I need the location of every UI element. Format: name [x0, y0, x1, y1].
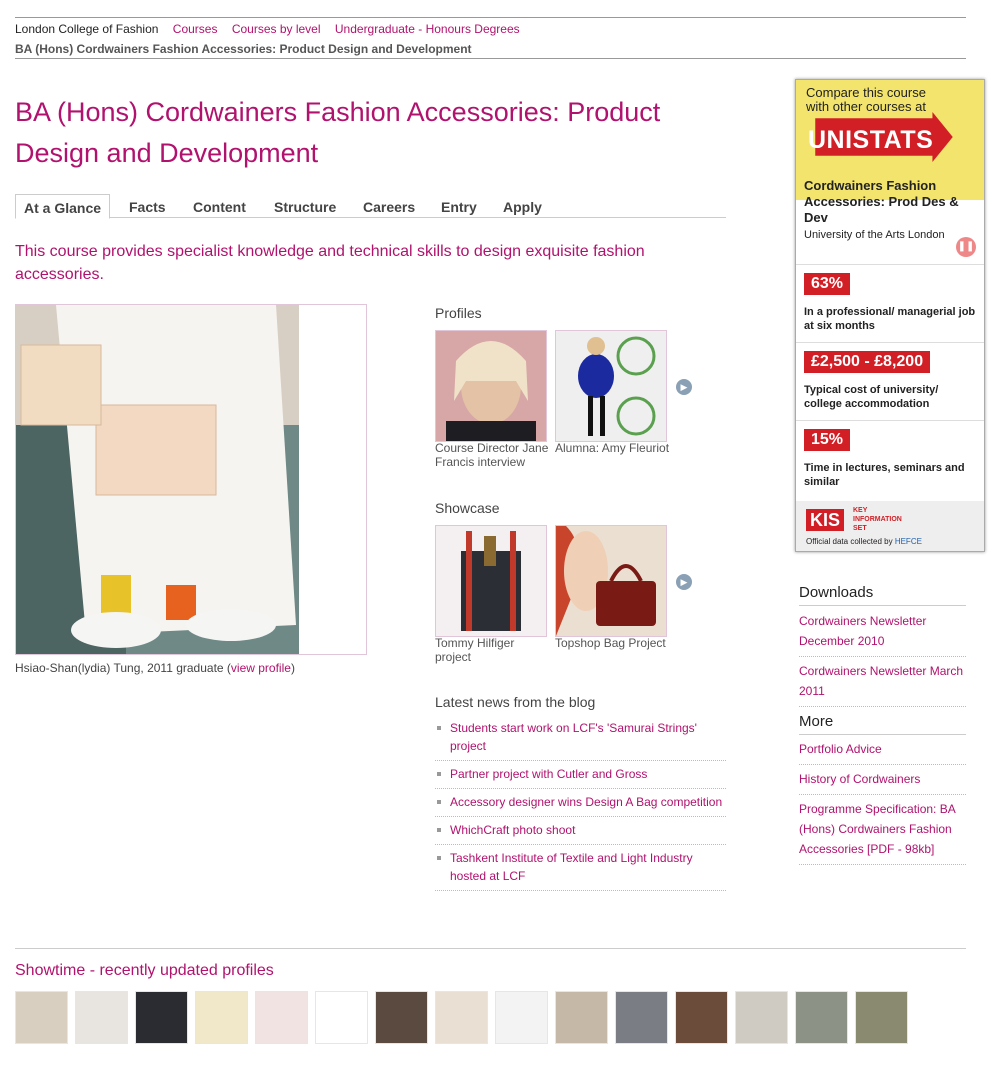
unistats-banner-text: UNISTATS [808, 126, 934, 154]
blog-list: Students start work on LCF's 'Samurai St… [435, 715, 726, 891]
main-photo [15, 304, 367, 655]
blog-item[interactable]: Partner project with Cutler and Gross [435, 761, 726, 789]
blog-item[interactable]: WhichCraft photo shoot [435, 817, 726, 845]
blog-item[interactable]: Students start work on LCF's 'Samurai St… [435, 715, 726, 761]
profile-thumb-jane-francis[interactable] [435, 330, 547, 442]
profile-thumb-amy-fleuriot[interactable] [555, 330, 667, 442]
kis-official-org[interactable]: HEFCE [895, 537, 922, 546]
download-link[interactable]: Cordwainers Newsletter December 2010 [799, 614, 926, 648]
blog-link[interactable]: Students start work on LCF's 'Samurai St… [450, 721, 697, 753]
blog-item[interactable]: Accessory designer wins Design A Bag com… [435, 789, 726, 817]
more-heading: More [799, 713, 966, 735]
tab-structure[interactable]: Structure [274, 194, 336, 216]
stat-accommodation-cost: £2,500 - £8,200 Typical cost of universi… [796, 342, 984, 421]
kis-footer: KIS KEY INFORMATION SET Official data co… [796, 501, 984, 551]
unistats-university: University of the Arts London [804, 229, 945, 241]
stat-value: 15% [804, 429, 851, 451]
showtime-thumb[interactable] [675, 991, 728, 1044]
showtime-thumb[interactable] [15, 991, 68, 1044]
showtime-thumb[interactable] [735, 991, 788, 1044]
unistats-course-name: Cordwainers Fashion Accessories: Prod De… [804, 178, 959, 225]
downloads-list: Cordwainers Newsletter December 2010 Cor… [799, 607, 966, 707]
showcase-thumb-topshop[interactable] [555, 525, 667, 637]
stat-label: In a professional/ managerial job at six… [804, 306, 976, 332]
photo-caption-end: ) [290, 661, 295, 675]
more-link[interactable]: Programme Specification: BA (Hons) Cordw… [799, 802, 955, 856]
page-title: BA (Hons) Cordwainers Fashion Accessorie… [15, 97, 661, 168]
download-item[interactable]: Cordwainers Newsletter March 2011 [799, 657, 966, 707]
showtime-thumb[interactable] [135, 991, 188, 1044]
unistats-widget: Compare this course with other courses a… [795, 79, 985, 552]
showcase-caption-2[interactable]: Topshop Bag Project [555, 636, 670, 650]
kis-official-label: Official data collected by [806, 537, 893, 546]
unistats-compare-text: Compare this course with other courses a… [806, 85, 926, 114]
more-item[interactable]: Portfolio Advice [799, 735, 966, 765]
tab-bar: At a Glance Facts Content Structure Care… [15, 194, 726, 219]
course-intro: This course provides specialist knowledg… [15, 243, 645, 283]
showtime-thumb[interactable] [75, 991, 128, 1044]
showtime-divider [15, 948, 966, 949]
tab-content[interactable]: Content [193, 194, 246, 216]
blog-link[interactable]: Accessory designer wins Design A Bag com… [450, 795, 722, 809]
more-item[interactable]: Programme Specification: BA (Hons) Cordw… [799, 795, 966, 865]
stat-value: £2,500 - £8,200 [804, 351, 931, 373]
stat-lecture-time: 15% Time in lectures, seminars and simil… [796, 420, 984, 501]
showtime-thumb[interactable] [195, 991, 248, 1044]
breadcrumb-courses[interactable]: Courses [173, 22, 218, 36]
breadcrumb-courses-by-level[interactable]: Courses by level [232, 22, 321, 36]
showtime-thumb[interactable] [615, 991, 668, 1044]
breadcrumb-home[interactable]: London College of Fashion [15, 22, 158, 36]
breadcrumb-undergraduate[interactable]: Undergraduate - Honours Degrees [335, 22, 520, 36]
profiles-next-arrow-icon[interactable]: ▶ [676, 379, 692, 395]
blog-link[interactable]: Partner project with Cutler and Gross [450, 767, 647, 781]
kis-subtitle: KEY INFORMATION SET [853, 507, 902, 532]
showcase-caption-1[interactable]: Tommy Hilfiger project [435, 636, 550, 664]
view-profile-link[interactable]: view profile [231, 661, 291, 675]
more-link[interactable]: Portfolio Advice [799, 742, 882, 756]
photo-caption-text: Hsiao-Shan(lydia) Tung, 2011 graduate ( [15, 661, 231, 675]
showtime-thumb[interactable] [255, 991, 308, 1044]
stat-label: Typical cost of university/ college acco… [804, 384, 939, 410]
downloads-heading: Downloads [799, 584, 966, 606]
tab-careers[interactable]: Careers [363, 194, 415, 216]
profiles-heading: Profiles [435, 305, 482, 321]
more-list: Portfolio Advice History of Cordwainers … [799, 735, 966, 865]
kis-official-text: Official data collected by HEFCE [806, 537, 922, 546]
stat-professional-job: 63% In a professional/ managerial job at… [796, 264, 984, 343]
showtime-thumb[interactable] [555, 991, 608, 1044]
pause-icon[interactable]: ❚❚ [956, 237, 976, 257]
showtime-thumb[interactable] [855, 991, 908, 1044]
stat-label: Time in lectures, seminars and similar [804, 462, 965, 488]
stat-value: 63% [804, 273, 851, 295]
showtime-thumb[interactable] [495, 991, 548, 1044]
tab-apply[interactable]: Apply [503, 194, 542, 216]
profile-caption-1[interactable]: Course Director Jane Francis interview [435, 441, 550, 469]
showcase-heading: Showcase [435, 500, 500, 516]
showtime-thumb[interactable] [315, 991, 368, 1044]
showtime-thumb[interactable] [795, 991, 848, 1044]
showcase-next-arrow-icon[interactable]: ▶ [676, 574, 692, 590]
blog-heading: Latest news from the blog [435, 694, 596, 710]
blog-link[interactable]: Tashkent Institute of Textile and Light … [450, 851, 693, 883]
download-link[interactable]: Cordwainers Newsletter March 2011 [799, 664, 963, 698]
showtime-thumb[interactable] [435, 991, 488, 1044]
more-link[interactable]: History of Cordwainers [799, 772, 920, 786]
showtime-heading: Showtime - recently updated profiles [15, 962, 274, 979]
photo-caption: Hsiao-Shan(lydia) Tung, 2011 graduate (v… [15, 658, 365, 678]
blog-link[interactable]: WhichCraft photo shoot [450, 823, 575, 837]
download-item[interactable]: Cordwainers Newsletter December 2010 [799, 607, 966, 657]
showcase-thumb-tommy-hilfiger[interactable] [435, 525, 547, 637]
breadcrumb: London College of Fashion Courses Course… [15, 17, 966, 59]
tab-entry[interactable]: Entry [441, 194, 477, 216]
profile-caption-2[interactable]: Alumna: Amy Fleuriot [555, 441, 670, 455]
more-item[interactable]: History of Cordwainers [799, 765, 966, 795]
showtime-thumb[interactable] [375, 991, 428, 1044]
tab-facts[interactable]: Facts [129, 194, 166, 216]
kis-logo: KIS [806, 509, 845, 531]
tab-at-a-glance[interactable]: At a Glance [15, 194, 111, 219]
blog-item[interactable]: Tashkent Institute of Textile and Light … [435, 845, 726, 891]
breadcrumb-current: BA (Hons) Cordwainers Fashion Accessorie… [15, 42, 472, 56]
